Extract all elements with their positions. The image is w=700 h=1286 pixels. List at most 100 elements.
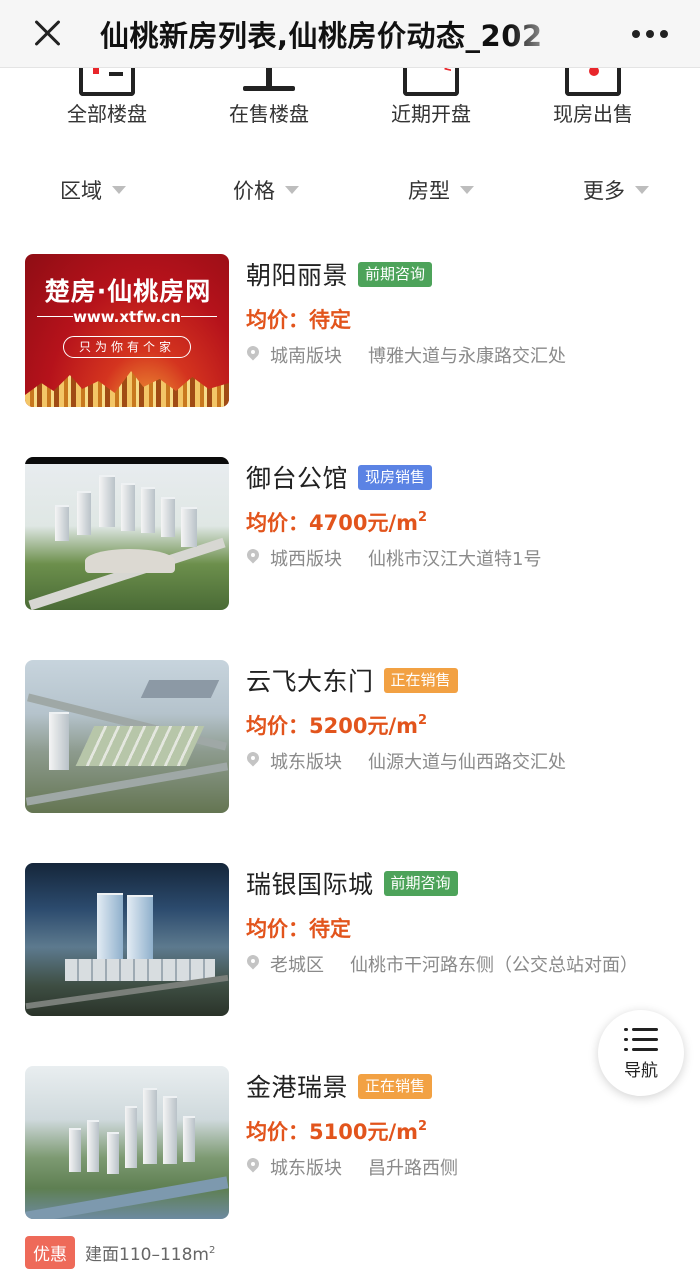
building-graphic xyxy=(125,1106,137,1168)
filter-price[interactable]: 价格 xyxy=(233,170,299,210)
listing-name[interactable]: 瑞银国际城 xyxy=(246,865,374,901)
listing-thumbnail[interactable] xyxy=(25,660,229,813)
building-graphic xyxy=(97,893,123,965)
listing-title-row: 云飞大东门 正在销售 xyxy=(246,662,458,698)
building-graphic xyxy=(140,680,220,698)
listing-address: 仙桃市汉江大道特1号 xyxy=(368,549,542,570)
menu-list-icon xyxy=(624,1026,658,1054)
listing-thumbnail[interactable] xyxy=(25,1066,229,1219)
price-text: 均价：5100元/m xyxy=(246,1120,418,1144)
building-graphic xyxy=(99,475,115,527)
filter-label: 价格 xyxy=(233,179,275,203)
listing-name[interactable]: 云飞大东门 xyxy=(246,662,374,698)
listing-location: 老城区 仙桃市干河路东侧（公交总站对面） xyxy=(246,951,638,977)
listing-name[interactable]: 朝阳丽景 xyxy=(246,256,348,292)
building-graphic xyxy=(121,483,135,531)
building-graphic xyxy=(55,505,69,541)
floating-nav-button[interactable]: 导航 xyxy=(598,1010,684,1096)
title-fade xyxy=(510,10,580,56)
listing-district: 城东版块 xyxy=(270,1158,342,1179)
river-graphic xyxy=(25,1176,229,1219)
listing-title-row: 御台公馆 现房销售 xyxy=(246,459,433,495)
listing-price: 均价：4700元/m2 xyxy=(246,507,427,537)
building-graphic xyxy=(163,1096,177,1164)
category-label: 在售楼盘 xyxy=(229,102,309,126)
location-pin-icon xyxy=(246,955,260,973)
listing-location: 城西版块 仙桃市汉江大道特1号 xyxy=(246,545,541,571)
listing-item[interactable]: 金港瑞景 正在销售 均价：5100元/m2 城东版块 昌升路西侧 xyxy=(0,1066,700,1226)
listing-address: 昌升路西侧 xyxy=(368,1158,458,1179)
building-graphic xyxy=(127,895,153,963)
listing-item[interactable]: 楚房·仙桃房网 www.xtfw.cn 只为你有个家 朝阳丽景 前期咨询 均价：… xyxy=(0,254,700,414)
listing-thumbnail[interactable]: 楚房·仙桃房网 www.xtfw.cn 只为你有个家 xyxy=(25,254,229,407)
building-graphic xyxy=(49,712,69,770)
listing-thumbnail[interactable] xyxy=(25,457,229,610)
building-graphic xyxy=(77,491,91,535)
listing-title-row: 金港瑞景 正在销售 xyxy=(246,1068,433,1104)
filter-label: 区域 xyxy=(60,179,102,203)
building-graphic xyxy=(181,507,197,547)
floor-area: 建面110–118m2 xyxy=(85,1240,215,1265)
status-badge: 前期咨询 xyxy=(358,261,433,287)
building-graphic xyxy=(87,1120,99,1172)
divider xyxy=(181,316,217,317)
status-badge: 现房销售 xyxy=(358,464,433,490)
price-text: 均价：5200元/m xyxy=(246,714,418,738)
caret-down-icon xyxy=(635,186,649,194)
building-graphic xyxy=(183,1116,195,1162)
discount-badge: 优惠 xyxy=(25,1236,75,1269)
thumb-slogan: 只为你有个家 xyxy=(63,336,191,358)
status-badge: 前期咨询 xyxy=(383,870,458,896)
location-pin-icon xyxy=(246,549,260,567)
location-pin-icon xyxy=(246,1158,260,1176)
filter-room-type[interactable]: 房型 xyxy=(408,170,474,210)
building-graphic xyxy=(143,1088,157,1164)
listing-price: 均价：5100元/m2 xyxy=(246,1116,427,1146)
building-graphic xyxy=(65,959,215,981)
listing-address: 仙桃市干河路东侧（公交总站对面） xyxy=(350,955,638,976)
category-label: 全部楼盘 xyxy=(67,102,147,126)
filter-label: 房型 xyxy=(408,179,450,203)
filter-bar: 区域 价格 房型 更多 xyxy=(0,170,700,210)
thumb-brand-text: 楚房·仙桃房网 xyxy=(44,277,212,306)
location-pin-icon xyxy=(246,752,260,770)
floor-area-sup: 2 xyxy=(208,1245,216,1256)
listing-item[interactable]: 瑞银国际城 前期咨询 均价：待定 老城区 仙桃市干河路东侧（公交总站对面） xyxy=(0,863,700,1023)
price-text: 均价：4700元/m xyxy=(246,511,418,535)
listing-location: 城南版块 博雅大道与永康路交汇处 xyxy=(246,342,566,368)
listing-address: 仙源大道与仙西路交汇处 xyxy=(368,752,566,773)
caret-down-icon xyxy=(460,186,474,194)
promo-row: 优惠 建面110–118m2 xyxy=(25,1236,215,1269)
more-dots-icon[interactable] xyxy=(632,30,676,40)
floating-nav-label: 导航 xyxy=(624,1061,658,1081)
listing-price: 均价：5200元/m2 xyxy=(246,710,427,740)
listing-district: 老城区 xyxy=(270,955,324,976)
listing-district: 城南版块 xyxy=(270,346,342,367)
listing-name[interactable]: 御台公馆 xyxy=(246,459,348,495)
listing-address: 博雅大道与永康路交汇处 xyxy=(368,346,566,367)
skyline-graphic xyxy=(25,371,229,407)
listing-name[interactable]: 金港瑞景 xyxy=(246,1068,348,1104)
price-unit-sup: 2 xyxy=(418,510,428,525)
building-graphic xyxy=(75,726,205,766)
building-graphic xyxy=(161,497,175,537)
listing-title-row: 瑞银国际城 前期咨询 xyxy=(246,865,458,901)
listing-thumbnail[interactable] xyxy=(25,863,229,1016)
caret-down-icon xyxy=(285,186,299,194)
filter-more[interactable]: 更多 xyxy=(583,170,649,210)
listing-price: 均价：待定 xyxy=(246,308,351,332)
listing-district: 城西版块 xyxy=(270,549,342,570)
filter-region[interactable]: 区域 xyxy=(60,170,126,210)
price-unit-sup: 2 xyxy=(418,1119,428,1134)
floor-area-text: 建面110–118m xyxy=(85,1245,209,1265)
listing-item[interactable]: 御台公馆 现房销售 均价：4700元/m2 城西版块 仙桃市汉江大道特1号 xyxy=(0,457,700,617)
filter-label: 更多 xyxy=(583,179,625,203)
listing-item[interactable]: 云飞大东门 正在销售 均价：5200元/m2 城东版块 仙源大道与仙西路交汇处 xyxy=(0,660,700,820)
listing-location: 城东版块 昌升路西侧 xyxy=(246,1154,458,1180)
listing-price: 均价：待定 xyxy=(246,917,351,941)
listing-location: 城东版块 仙源大道与仙西路交汇处 xyxy=(246,748,566,774)
close-icon[interactable] xyxy=(30,16,66,52)
listing-title-row: 朝阳丽景 前期咨询 xyxy=(246,256,433,292)
price-unit-sup: 2 xyxy=(418,713,428,728)
building-graphic xyxy=(141,487,155,533)
